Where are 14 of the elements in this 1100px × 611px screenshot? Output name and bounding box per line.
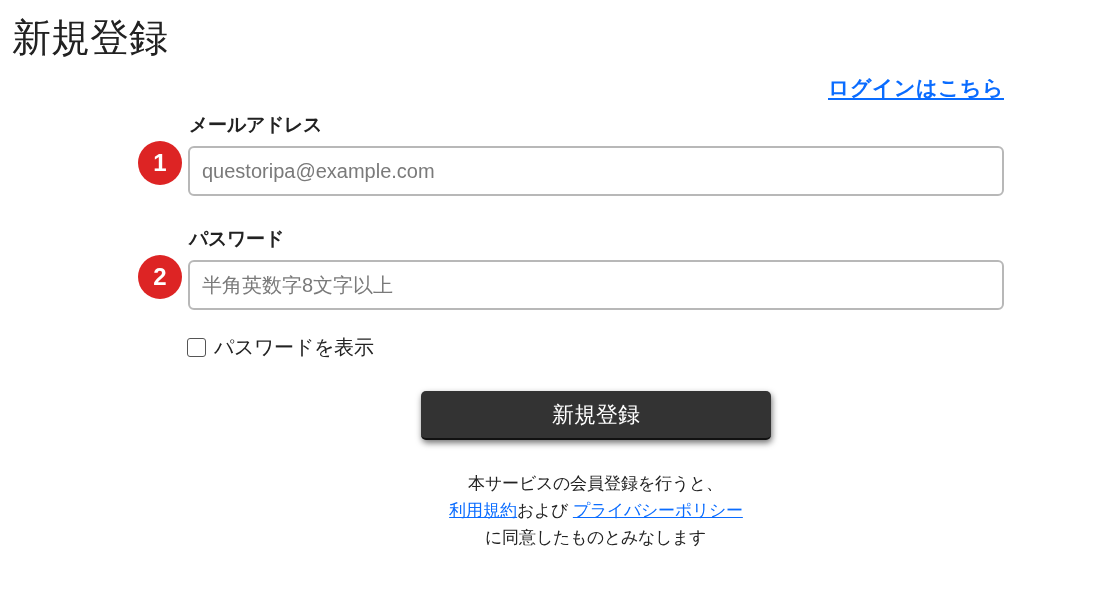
terms-link[interactable]: 利用規約	[449, 501, 518, 520]
login-link[interactable]: ログインはこちら	[828, 74, 1004, 102]
password-input-field[interactable]: 半角英数字8文字以上	[188, 260, 1004, 310]
terms-link[interactable]: プライバシーポリシー	[572, 501, 743, 520]
email-input-field[interactable]: questoripa@example.com	[188, 146, 1004, 196]
password-label: パスワード	[189, 227, 285, 251]
email-label: メールアドレス	[189, 113, 323, 137]
checkbox[interactable]	[187, 337, 206, 357]
show-password-label: パスワードを表示	[214, 335, 374, 359]
register-button[interactable]: 新規登録	[421, 391, 771, 440]
terms-notice: 本サービスの会員登録を行うと、 利用規約および プライバシーポリシー に同意したものとみなします	[449, 473, 743, 549]
page-title: 新規登録	[12, 15, 168, 61]
step-marker: 1	[138, 141, 182, 185]
step-marker: 2	[138, 255, 182, 299]
